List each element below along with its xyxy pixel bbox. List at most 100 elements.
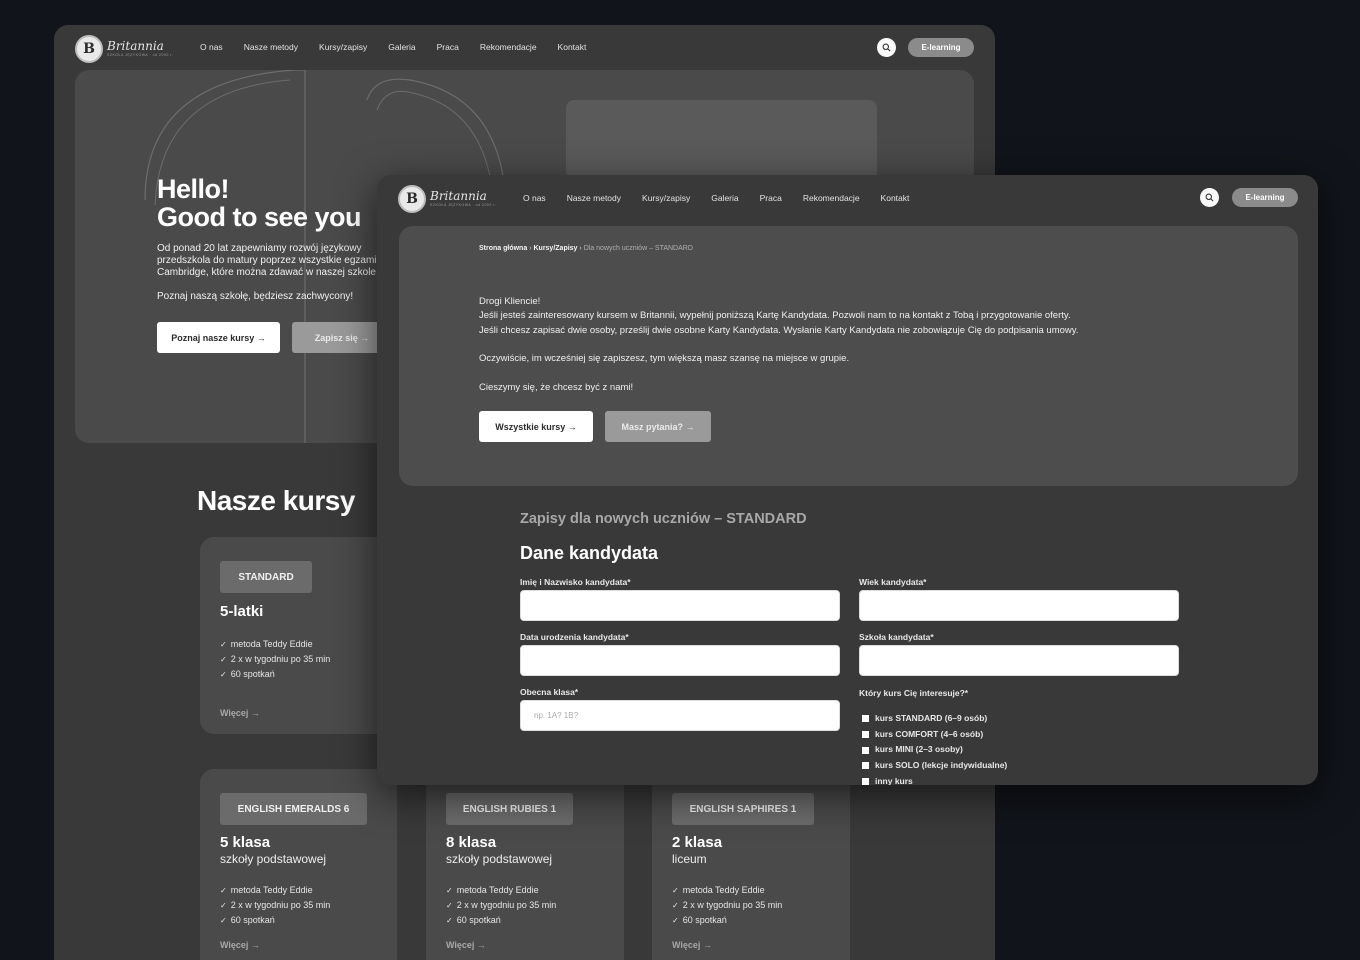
school-label: Szkoła kandydata* bbox=[859, 632, 934, 642]
age-input[interactable] bbox=[859, 590, 1179, 621]
nav-item-rekomendacje[interactable]: Rekomendacje bbox=[803, 193, 860, 203]
hero-tagline: Poznaj naszą szkołę, będziesz zachwycony… bbox=[157, 291, 354, 302]
brand-logo[interactable]: B Britannia SZKOŁA JĘZYKOWA · od 2000 r. bbox=[398, 185, 496, 213]
course-more-link[interactable]: Więcej → bbox=[672, 940, 712, 950]
course-feature: metoda Teddy Eddie bbox=[220, 883, 330, 898]
course-option[interactable]: kurs SOLO (lekcje indywidualne) bbox=[862, 758, 1007, 774]
logo-badge-icon: B bbox=[398, 185, 426, 213]
course-feature: metoda Teddy Eddie bbox=[220, 637, 330, 652]
search-button[interactable] bbox=[1200, 188, 1219, 207]
elearning-button[interactable]: E-learning bbox=[908, 38, 974, 57]
hero-title-line-2: Good to see you bbox=[157, 202, 362, 232]
nav-item-galeria[interactable]: Galeria bbox=[711, 193, 738, 203]
course-option[interactable]: kurs STANDARD (6–9 osób) bbox=[862, 711, 1007, 727]
course-features: metoda Teddy Eddie 2 x w tygodniu po 35 … bbox=[446, 883, 557, 928]
checkbox[interactable] bbox=[862, 778, 869, 785]
course-badge: ENGLISH RUBIES 1 bbox=[446, 793, 573, 825]
course-feature: 2 x w tygodniu po 35 min bbox=[672, 898, 783, 913]
nav-item-nasze-metody[interactable]: Nasze metody bbox=[567, 193, 621, 203]
course-title: 8 klasa bbox=[446, 834, 497, 851]
name-input[interactable] bbox=[520, 590, 840, 621]
breadcrumb-separator: › bbox=[579, 245, 582, 252]
course-more-link[interactable]: Więcej → bbox=[446, 940, 486, 950]
form-subtitle: Zapisy dla nowych uczniów – STANDARD bbox=[520, 511, 807, 527]
nav-item-o-nas[interactable]: O nas bbox=[200, 42, 223, 52]
all-courses-button[interactable]: Wszystkie kursy → bbox=[479, 411, 593, 442]
form-heading: Dane kandydata bbox=[520, 543, 659, 563]
course-card: ENGLISH EMERALDS 6 5 klasa szkoły podsta… bbox=[200, 769, 397, 960]
option-label: inny kurs bbox=[875, 775, 913, 785]
option-label: kurs MINI (2–3 osoby) bbox=[875, 744, 963, 755]
top-nav: B Britannia SZKOŁA JĘZYKOWA · od 2000 r.… bbox=[377, 175, 1318, 221]
message-line: Jeśli jesteś zainteresowany kursem w Bri… bbox=[479, 310, 1071, 321]
course-more-link[interactable]: Więcej → bbox=[220, 708, 260, 718]
logo-tagline: SZKOŁA JĘZYKOWA · od 2000 r. bbox=[430, 203, 497, 208]
course-feature: 2 x w tygodniu po 35 min bbox=[220, 898, 331, 913]
breadcrumb-section[interactable]: Kursy/Zapisy bbox=[533, 245, 577, 252]
logo-badge-icon: B bbox=[75, 35, 103, 63]
nav-item-praca[interactable]: Praca bbox=[437, 42, 459, 52]
course-title: 5 klasa bbox=[220, 834, 271, 851]
nav-item-nasze-metody[interactable]: Nasze metody bbox=[244, 42, 298, 52]
checkbox[interactable] bbox=[862, 715, 869, 723]
school-input[interactable] bbox=[859, 645, 1179, 676]
checkbox[interactable] bbox=[862, 746, 869, 754]
nav-item-praca[interactable]: Praca bbox=[760, 193, 782, 203]
logo-name: Britannia bbox=[430, 189, 487, 204]
checkbox[interactable] bbox=[862, 762, 869, 770]
course-feature: 60 spotkań bbox=[220, 667, 330, 682]
course-badge: ENGLISH EMERALDS 6 bbox=[220, 793, 367, 825]
main-menu: O nas Nasze metody Kursy/zapisy Galeria … bbox=[200, 42, 586, 52]
elearning-button[interactable]: E-learning bbox=[1232, 188, 1298, 207]
explore-courses-button[interactable]: Poznaj nasze kursy → bbox=[157, 322, 280, 353]
breadcrumb-home[interactable]: Strona główna bbox=[479, 245, 527, 252]
logo-name: Britannia bbox=[107, 39, 164, 54]
option-label: kurs STANDARD (6–9 osób) bbox=[875, 713, 988, 723]
option-label: kurs COMFORT (4–6 osób) bbox=[875, 728, 984, 739]
message-line: Jeśli chcesz zapisać dwie osoby, prześli… bbox=[479, 325, 1079, 336]
brand-logo[interactable]: B Britannia SZKOŁA JĘZYKOWA · od 2000 r. bbox=[75, 35, 173, 63]
class-input[interactable] bbox=[520, 700, 840, 731]
hero-title-line-1: Hello! bbox=[157, 174, 230, 204]
hero-title: Hello! Good to see you bbox=[157, 174, 362, 232]
course-card: ENGLISH SAPHIRES 1 2 klasa liceum metoda… bbox=[652, 769, 850, 960]
nav-item-kontakt[interactable]: Kontakt bbox=[558, 42, 587, 52]
courses-section-title: Nasze kursy bbox=[197, 485, 355, 516]
dob-input[interactable] bbox=[520, 645, 840, 676]
intro-panel: Strona główna › Kursy/Zapisy › Dla nowyc… bbox=[399, 226, 1298, 486]
course-subtitle: szkoły podstawowej bbox=[220, 852, 327, 866]
breadcrumb-separator: › bbox=[529, 245, 532, 252]
nav-item-rekomendacje[interactable]: Rekomendacje bbox=[480, 42, 537, 52]
course-more-link[interactable]: Więcej → bbox=[220, 940, 260, 950]
nav-item-kursy-zapisy[interactable]: Kursy/zapisy bbox=[319, 42, 367, 52]
course-feature: metoda Teddy Eddie bbox=[672, 883, 782, 898]
course-option[interactable]: kurs MINI (2–3 osoby) bbox=[862, 742, 1007, 758]
nav-item-kursy-zapisy[interactable]: Kursy/zapisy bbox=[642, 193, 690, 203]
main-menu: O nas Nasze metody Kursy/zapisy Galeria … bbox=[523, 193, 909, 203]
nav-item-kontakt[interactable]: Kontakt bbox=[881, 193, 910, 203]
nav-item-galeria[interactable]: Galeria bbox=[388, 42, 415, 52]
nav-item-o-nas[interactable]: O nas bbox=[523, 193, 546, 203]
course-option[interactable]: inny kurs bbox=[862, 774, 1007, 785]
course-feature: 60 spotkań bbox=[220, 913, 330, 928]
course-feature: metoda Teddy Eddie bbox=[446, 883, 556, 898]
questions-button[interactable]: Masz pytania? → bbox=[605, 411, 711, 442]
course-card: ENGLISH RUBIES 1 8 klasa szkoły podstawo… bbox=[426, 769, 624, 960]
checkbox[interactable] bbox=[862, 731, 869, 739]
course-badge: ENGLISH SAPHIRES 1 bbox=[672, 793, 814, 825]
course-badge: STANDARD bbox=[220, 561, 312, 593]
top-nav: B Britannia SZKOŁA JĘZYKOWA · od 2000 r.… bbox=[54, 25, 995, 71]
age-label: Wiek kandydata* bbox=[859, 577, 927, 587]
course-features: metoda Teddy Eddie 2 x w tygodniu po 35 … bbox=[220, 637, 331, 682]
search-button[interactable] bbox=[877, 38, 896, 57]
logo-tagline: SZKOŁA JĘZYKOWA · od 2000 r. bbox=[107, 53, 174, 58]
signup-page-window: B Britannia SZKOŁA JĘZYKOWA · od 2000 r.… bbox=[377, 175, 1318, 785]
search-icon bbox=[1205, 193, 1214, 202]
class-label: Obecna klasa* bbox=[520, 687, 579, 697]
breadcrumb-current: Dla nowych uczniów – STANDARD bbox=[583, 245, 693, 252]
course-feature: 2 x w tygodniu po 35 min bbox=[220, 652, 331, 667]
course-feature: 2 x w tygodniu po 35 min bbox=[446, 898, 557, 913]
search-icon bbox=[882, 43, 891, 52]
name-label: Imię i Nazwisko kandydata* bbox=[520, 577, 631, 587]
course-option[interactable]: kurs COMFORT (4–6 osób) bbox=[862, 727, 1007, 743]
